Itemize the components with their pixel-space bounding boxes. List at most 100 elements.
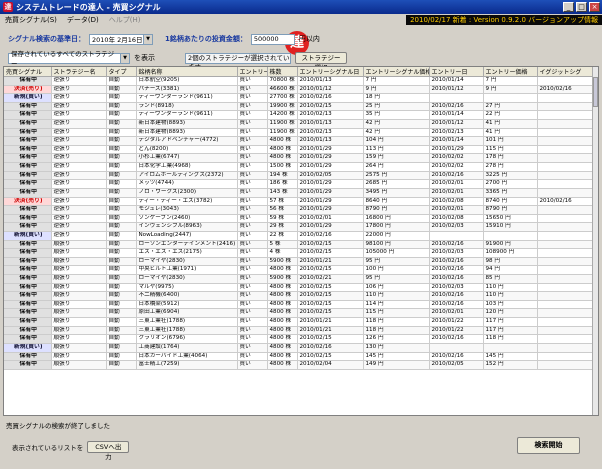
- table-row[interactable]: 保有中 逆張り 自動 ノロ・ワークス(2300) 買い 143 株 2010/01/29 34…: [4, 188, 595, 198]
- row-exit-signal: [537, 283, 595, 293]
- col-header-strategy[interactable]: ストラテジー名: [51, 67, 107, 77]
- row-signal-price: 118 円: [363, 317, 430, 327]
- table-row[interactable]: 保有中 順張り 自動 三東工業社(1788) 買い 4800 株 2010/01/21 118…: [4, 326, 595, 336]
- table-row[interactable]: 保有中 逆張り 自動 どん(8200) 買い 4800 株 2010/01/29 113 円2…: [4, 145, 595, 155]
- table-row[interactable]: 保有中 順張り 自動 マルヤ(9975) 買い 4800 株 2010/02/15 106 円…: [4, 283, 595, 293]
- strategy-select-suffix: を表示: [134, 54, 155, 62]
- table-row[interactable]: 保有中 逆張り 自動 新日本建物(8893) 買い 11900 株 2010/01/13 42…: [4, 119, 595, 129]
- chevron-down-icon[interactable]: ▼: [120, 53, 129, 63]
- table-row[interactable]: 保有中 順張り 自動 原田工業(6904) 買い 4800 株 2010/02/15 115 …: [4, 308, 595, 319]
- row-strategy: 順張り: [51, 343, 107, 353]
- csv-export-button[interactable]: CSVへ出力: [87, 441, 130, 461]
- menu-item-data[interactable]: データ(D): [62, 15, 104, 25]
- row-entry-date: 2010/01/29: [429, 145, 484, 155]
- row-name: 日本航空(9205): [136, 76, 238, 86]
- row-entry-date: 2010/02/16: [429, 102, 484, 112]
- row-exit-signal: [537, 326, 595, 336]
- col-header-signal-date[interactable]: エントリーシグナル日: [297, 67, 364, 77]
- table-row[interactable]: 保有中 逆張り 自動 ランド(8918) 買い 19900 株 2010/02/15 25 円…: [4, 102, 595, 112]
- col-header-name[interactable]: 銘柄名称: [136, 67, 238, 77]
- col-header-entry-date[interactable]: エントリー日: [429, 67, 484, 77]
- col-header-shares[interactable]: 株数: [267, 67, 298, 77]
- table-row[interactable]: 新規(買い) 逆張り 自動 NowLoading(2447) 買い 22 株 2010/02…: [4, 231, 595, 241]
- table-row[interactable]: 保有中 順張り 自動 三東工業社(1788) 買い 4800 株 2010/01/21 118…: [4, 317, 595, 327]
- row-exit-signal: [537, 352, 595, 362]
- row-name: ローマイヤ(2830): [136, 257, 238, 267]
- table-row[interactable]: 保有中 順張り 自動 ローマイヤ(2830) 買い 5900 株 2010/01/21 95 …: [4, 257, 595, 267]
- row-signal-price: 17800 円: [363, 222, 430, 232]
- vertical-scrollbar[interactable]: [592, 67, 598, 415]
- table-row[interactable]: 保有中 逆張り 自動 デジタルアドベンチャー(4772) 買い 4800 株 2010/01…: [4, 136, 595, 146]
- amount-input[interactable]: 500000: [250, 33, 295, 45]
- row-shares: 186 株: [267, 179, 298, 189]
- row-exit-signal: [537, 93, 595, 103]
- row-signal-price: 42 円: [363, 119, 430, 129]
- row-type: 自動: [106, 248, 137, 258]
- row-signal-price: 115 円: [363, 308, 430, 319]
- row-shares: 11900 株: [267, 128, 298, 138]
- table-row[interactable]: 保有中 順張り 自動 日本カーバイド工業(4064) 買い 4800 株 2010/02/1…: [4, 352, 595, 362]
- table-row[interactable]: 保有中 逆張り 自動 モジュレ(3043) 買い 56 株 2010/01/29 8790 円…: [4, 205, 595, 215]
- table-row[interactable]: 決済(売り) 逆張り 自動 ディー・ディー・エス(3782) 買い 57 株 2010/01…: [4, 197, 595, 207]
- row-entry-price: 41 円: [483, 128, 538, 138]
- table-row[interactable]: 保有中 逆張り 自動 アイロムホールディングス(2372) 買い 194 株 2010/02…: [4, 171, 595, 181]
- row-signal-date: 2010/01/13: [297, 76, 364, 86]
- window-title: システムトレードの達人 - 売買シグナル: [16, 2, 161, 12]
- maximize-button[interactable]: □: [576, 2, 587, 12]
- col-header-entry-price[interactable]: エントリー価格: [483, 67, 538, 77]
- row-type: 自動: [106, 145, 137, 155]
- table-row[interactable]: 保有中 逆張り 自動 メッツ(4744) 買い 186 株 2010/01/29 2685 円…: [4, 179, 595, 189]
- row-shares: 19900 株: [267, 102, 298, 112]
- strategy-select[interactable]: 保存されているすべてのストラテジー ▼: [8, 50, 130, 68]
- table-row[interactable]: 保有中 順張り 自動 エス・エス・エス(2175) 買い 4 株 2010/02/15 105…: [4, 248, 595, 258]
- col-header-exit-signal[interactable]: イグジットシグ: [537, 67, 595, 77]
- scrollbar-thumb[interactable]: [593, 77, 598, 107]
- row-type: 自動: [106, 274, 137, 284]
- chevron-down-icon[interactable]: ▼: [143, 34, 152, 44]
- row-signal: 新規(買い): [4, 343, 52, 353]
- col-header-type[interactable]: タイプ: [106, 67, 137, 77]
- row-name: メッツ(4744): [136, 179, 238, 189]
- search-start-button[interactable]: 検索開始: [517, 437, 580, 454]
- row-entry-date: 2010/02/02: [429, 162, 484, 172]
- row-entry-date: 2010/02/01: [429, 308, 484, 319]
- row-type: 自動: [106, 214, 137, 224]
- col-header-signal[interactable]: 売買シグナル: [4, 67, 52, 77]
- row-shares: 56 株: [267, 205, 298, 215]
- table-row[interactable]: 保有中 逆張り 自動 ソンケーブン(2460) 買い 59 株 2010/02/01 1680…: [4, 214, 595, 224]
- table-row[interactable]: 保有中 順張り 自動 クラリオン(6796) 買い 4800 株 2010/02/15 126…: [4, 334, 595, 344]
- menu-item-help[interactable]: ヘルプ(H): [104, 15, 146, 25]
- table-row[interactable]: 保有中 順張り 自動 不二精機(6400) 買い 4800 株 2010/02/15 110 …: [4, 291, 595, 301]
- table-row[interactable]: 保有中 順張り 自動 富士精工(7259) 買い 4800 株 2010/02/04 149 …: [4, 360, 595, 370]
- row-exit-signal: [537, 214, 595, 224]
- col-header-entry[interactable]: エントリー: [237, 67, 268, 77]
- table-row[interactable]: 保有中 逆張り 自動 日本航空(9205) 買い 70800 株 2010/01/13 7 円…: [4, 76, 595, 86]
- table-row[interactable]: 新規(買い) 順張り 自動 工商建設(1764) 買い 4800 株 2010/02/16 1…: [4, 343, 595, 353]
- row-entry-price: 3225 円: [483, 171, 538, 181]
- row-strategy: 順張り: [51, 326, 107, 336]
- row-entry-date: 2010/01/22: [429, 317, 484, 327]
- table-row[interactable]: 保有中 順張り 自動 中央ビルト工業(1971) 買い 4800 株 2010/02/15 1…: [4, 265, 595, 275]
- table-row[interactable]: 保有中 逆張り 自動 日本化学工業(4968) 買い 1500 株 2010/01/29 26…: [4, 162, 595, 172]
- table-row[interactable]: 保有中 順張り 自動 ローマイヤ(2830) 買い 5900 株 2010/02/21 95 …: [4, 274, 595, 284]
- row-exit-signal: [537, 188, 595, 198]
- table-row[interactable]: 保有中 順張り 自動 ローソンエンターテインメント(2416) 買い 5 株 2010/02…: [4, 240, 595, 250]
- row-exit-signal: [537, 240, 595, 250]
- date-picker[interactable]: 2010年 2月16日 ▼: [89, 33, 153, 45]
- menu-item-signal[interactable]: 売買シグナル(S): [0, 15, 62, 25]
- col-header-signal-price[interactable]: エントリーシグナル価格: [363, 67, 430, 77]
- version-notice-link[interactable]: 2010/02/17 新着 : Version 0.9.2.0 バージョンアップ…: [406, 14, 602, 25]
- signal-grid[interactable]: 売買シグナル ストラテジー名 タイプ 銘柄名称 エントリー 株数 エントリーシグ…: [3, 66, 599, 416]
- table-row[interactable]: 決済(売り) 逆張り 自動 パナーズ(3381) 買い 46600 株 2010/01/12…: [4, 85, 595, 95]
- row-strategy: 逆張り: [51, 145, 107, 155]
- table-row[interactable]: 保有中 逆張り 自動 新日本建物(8893) 買い 11900 株 2010/02/13 42…: [4, 128, 595, 138]
- table-row[interactable]: 保有中 逆張り 自動 ディーワンダーランド(9611) 買い 14200 株 2010/02…: [4, 110, 595, 121]
- strategy-select-button[interactable]: ストラテジー選択: [295, 52, 347, 72]
- table-row[interactable]: 新規(買い) 逆張り 自動 ディーワンダーランド(9611) 買い 27700 株 2010…: [4, 93, 595, 103]
- minimize-button[interactable]: _: [563, 2, 574, 12]
- close-button[interactable]: ×: [589, 2, 600, 12]
- table-row[interactable]: 保有中 逆張り 自動 小杉工業(6747) 買い 4800 株 2010/01/29 159 …: [4, 153, 595, 164]
- table-row[interactable]: 保有中 順張り 自動 日本橋梁(5912) 買い 4800 株 2010/02/15 114 …: [4, 300, 595, 310]
- table-row[interactable]: 保有中 逆張り 自動 インヴェンシブル(8963) 買い 29 株 2010/01/29 17…: [4, 222, 595, 232]
- row-name: 日本カーバイド工業(4064): [136, 352, 238, 362]
